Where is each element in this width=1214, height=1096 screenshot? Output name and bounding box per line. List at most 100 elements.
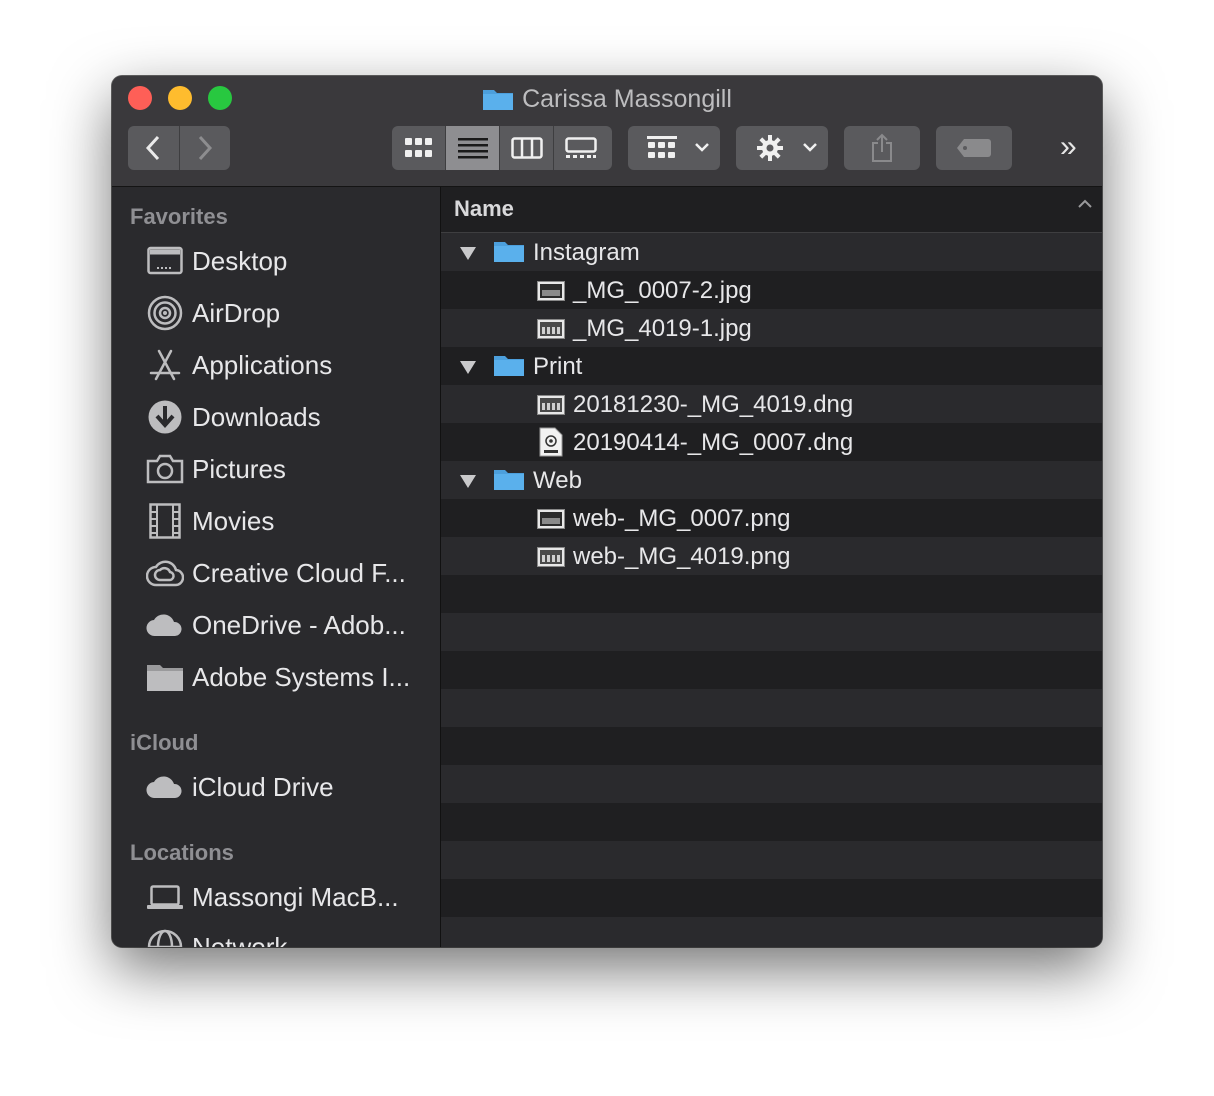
folder-icon — [493, 467, 525, 498]
sidebar-item-pictures[interactable]: Pictures — [146, 449, 436, 489]
gallery-view-icon — [564, 137, 597, 158]
file-row[interactable]: 20181230-_MG_4019.dng — [441, 385, 1102, 423]
image-file-icon — [537, 280, 565, 308]
image-file-icon — [537, 508, 565, 536]
icon-view-button[interactable] — [392, 126, 446, 170]
sidebar-item-macbook[interactable]: Massongi MacB... — [146, 877, 436, 917]
tag-icon — [957, 139, 991, 157]
disclosure-triangle-icon[interactable] — [459, 245, 477, 261]
camera-icon — [146, 451, 184, 487]
cloud-icon — [146, 769, 184, 805]
gear-icon — [757, 135, 783, 161]
desktop-icon — [146, 243, 184, 279]
chevron-down-icon — [695, 143, 709, 152]
disclosure-triangle-icon[interactable] — [459, 473, 477, 489]
view-mode-control — [392, 126, 612, 170]
empty-row — [441, 803, 1102, 841]
file-row[interactable]: web-_MG_0007.png — [441, 499, 1102, 537]
film-icon — [146, 503, 184, 539]
sidebar-item-downloads[interactable]: Downloads — [146, 397, 436, 437]
gallery-view-button[interactable] — [554, 126, 607, 170]
sidebar-item-label: OneDrive - Adob... — [192, 609, 406, 640]
cloud-icon — [146, 607, 184, 643]
sidebar-item-onedrive[interactable]: OneDrive - Adob... — [146, 605, 436, 645]
window-title: Carissa Massongill — [112, 84, 1102, 118]
list-view-icon — [457, 138, 488, 159]
action-button[interactable] — [736, 126, 828, 170]
column-view-button[interactable] — [500, 126, 554, 170]
file-name: Print — [533, 353, 583, 380]
sidebar-item-label: Applications — [192, 349, 333, 380]
empty-row — [441, 879, 1102, 917]
sidebar-item-movies[interactable]: Movies — [146, 501, 436, 541]
file-rows: Instagram _MG_0007-2.jpg _MG_4019-1.jpg … — [441, 233, 1102, 947]
folder-icon — [493, 239, 525, 270]
icon-view-icon — [404, 138, 432, 157]
empty-row — [441, 613, 1102, 651]
share-button[interactable] — [844, 126, 920, 170]
back-button[interactable] — [128, 126, 180, 170]
sidebar-section-icloud: iCloud — [130, 730, 199, 755]
empty-row — [441, 727, 1102, 765]
sidebar-item-label: Downloads — [192, 401, 321, 432]
file-name: _MG_4019-1.jpg — [573, 315, 752, 342]
sidebar: Favorites Desktop AirDrop Applications D… — [112, 187, 441, 947]
applications-icon — [146, 347, 184, 383]
toolbar-overflow-button[interactable]: » — [1060, 132, 1077, 162]
laptop-icon — [146, 879, 184, 915]
empty-row — [441, 575, 1102, 613]
file-name: web-_MG_0007.png — [573, 505, 791, 532]
sidebar-item-network[interactable]: Network — [146, 927, 436, 947]
airdrop-icon — [146, 295, 184, 331]
file-name: 20190414-_MG_0007.dng — [573, 429, 854, 456]
sort-ascending-icon — [1078, 199, 1092, 208]
sidebar-item-label: AirDrop — [192, 297, 281, 328]
network-icon — [146, 929, 184, 947]
nav-buttons — [128, 126, 230, 170]
empty-row — [441, 917, 1102, 947]
group-by-button[interactable] — [628, 126, 720, 170]
sidebar-item-applications[interactable]: Applications — [146, 345, 436, 385]
image-file-icon — [537, 318, 565, 346]
toolbar: Carissa Massongill » — [112, 76, 1102, 187]
image-file-icon — [537, 546, 565, 574]
list-view-button[interactable] — [446, 126, 500, 170]
folder-icon — [482, 87, 514, 118]
folder-row[interactable]: Print — [441, 347, 1102, 385]
sidebar-item-label: Pictures — [192, 453, 286, 484]
folder-row[interactable]: Web — [441, 461, 1102, 499]
sidebar-item-icloud-drive[interactable]: iCloud Drive — [146, 767, 436, 807]
share-icon — [872, 133, 892, 162]
file-row[interactable]: 20190414-_MG_0007.dng — [441, 423, 1102, 461]
file-list: Name Instagram _MG_0007-2.jpg _MG_4019-1… — [441, 187, 1102, 947]
back-icon — [146, 135, 160, 161]
empty-row — [441, 651, 1102, 689]
file-row[interactable]: web-_MG_4019.png — [441, 537, 1102, 575]
folder-row[interactable]: Instagram — [441, 233, 1102, 271]
column-view-icon — [510, 137, 543, 159]
chevron-down-icon — [803, 143, 817, 152]
finder-window: Carissa Massongill » Favorites Desktop A… — [112, 76, 1102, 947]
file-name: Instagram — [533, 239, 640, 266]
creative-cloud-icon — [146, 555, 184, 591]
sidebar-item-creative-cloud[interactable]: Creative Cloud F... — [146, 553, 436, 593]
forward-icon — [198, 135, 212, 161]
file-row[interactable]: _MG_4019-1.jpg — [441, 309, 1102, 347]
sidebar-item-label: Creative Cloud F... — [192, 557, 406, 588]
file-name: _MG_0007-2.jpg — [573, 277, 752, 304]
file-row[interactable]: _MG_0007-2.jpg — [441, 271, 1102, 309]
sidebar-item-desktop[interactable]: Desktop — [146, 241, 436, 281]
tag-button[interactable] — [936, 126, 1012, 170]
sidebar-section-favorites: Favorites — [130, 204, 228, 229]
sidebar-item-airdrop[interactable]: AirDrop — [146, 293, 436, 333]
sidebar-item-adobe-systems[interactable]: Adobe Systems I... — [146, 657, 436, 697]
disclosure-triangle-icon[interactable] — [459, 359, 477, 375]
folder-icon — [146, 659, 184, 695]
sidebar-item-label: Network — [192, 931, 288, 948]
column-header-label: Name — [454, 196, 514, 221]
dng-file-icon — [539, 427, 563, 464]
sidebar-item-label: Desktop — [192, 245, 288, 276]
column-header-name[interactable]: Name — [441, 187, 1102, 233]
forward-button[interactable] — [180, 126, 231, 170]
sidebar-item-label: Massongi MacB... — [192, 881, 399, 912]
